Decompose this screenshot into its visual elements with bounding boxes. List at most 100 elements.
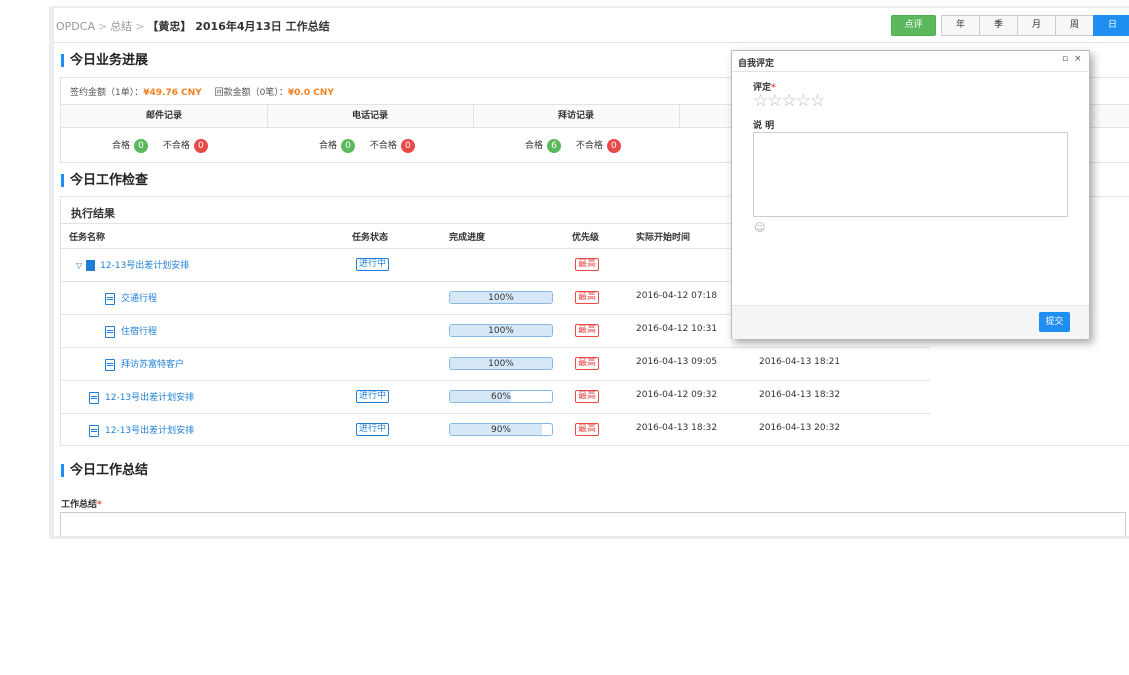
status-badge: 进行中 [356,423,390,436]
priority-badge: 最高 [575,357,600,370]
priority-cell: 最高 [575,258,600,271]
star-4-icon[interactable]: ☆ [796,91,811,111]
progress-bar: 60% [449,390,553,403]
status-badge: 进行中 [356,258,390,271]
task-name[interactable]: 12-13号出差计划安排 [105,393,194,403]
actual-start-cell: 2016-04-13 09:05 [636,357,718,367]
email-stats: 合格 0 不合格 0 [112,138,212,153]
actual-start-cell: 2016-04-12 10:31 [636,324,718,334]
period-quarter-button[interactable]: 季 [979,15,1018,36]
email-records-header: 邮件记录 [61,105,268,127]
progress-bar: 100% [449,291,553,304]
return-amount-value: ¥0.0 CNY [287,88,334,98]
period-year-button[interactable]: 年 [941,15,980,36]
visit-records-header: 拜访记录 [473,105,680,127]
fail-count-badge[interactable]: 0 [400,138,415,153]
star-3-icon[interactable]: ☆ [782,91,797,111]
progress-label: 100% [488,326,514,336]
period-day-button[interactable]: 日 [1093,15,1129,36]
priority-cell: 最高 [575,291,600,304]
top-bar: OPDCA > 总结 > 【黄忠】 2016年4月13日 工作总结 点评 年 季 月 周… [54,8,1129,43]
breadcrumb: OPDCA > 总结 > 【黄忠】 2016年4月13日 工作总结 [56,18,330,34]
maximize-icon[interactable]: ▫ [1062,54,1068,64]
breadcrumb-separator: > [135,20,145,33]
summary-textarea[interactable] [60,512,1126,536]
progress-bar: 90% [449,423,553,436]
breadcrumb-section[interactable]: 总结 [110,20,132,33]
table-row[interactable]: 拜访苏富特客户 100% 最高 2016-04-13 09:05 2016-04… [60,347,930,381]
task-name[interactable]: 交通行程 [121,294,157,304]
task-name-cell[interactable]: 拜访苏富特客户 [105,357,184,371]
document-icon [105,325,115,338]
emoji-icon[interactable]: ☺ [754,221,765,234]
dialog-footer: 提交 [732,305,1089,339]
priority-cell: 最高 [575,324,600,337]
dialog-title: 自我评定 [738,59,775,69]
signed-amount-label: 签约金额（1单）： [70,88,144,98]
collapse-triangle-icon[interactable]: ▽ [76,261,82,270]
task-status-cell: 进行中 [356,258,390,271]
phone-records-header: 电话记录 [267,105,474,127]
required-mark: * [97,500,102,510]
table-row[interactable]: 12-13号出差计划安排 进行中 90% 最高 2016-04-13 18:32… [60,413,930,446]
summary-label-text: 工作总结 [61,500,98,510]
task-name-cell[interactable]: 住宿行程 [105,324,157,338]
review-button[interactable]: 点评 [891,15,936,36]
fail-label: 不合格 [162,141,190,151]
status-badge: 进行中 [356,390,390,403]
task-name-cell[interactable]: 12-13号出差计划安排 [89,423,194,437]
amount-summary: 签约金额（1单）：¥49.76 CNY 回款金额（0笔）：¥0.0 CNY [70,85,334,98]
progress-label: 90% [490,425,511,435]
pass-count-badge[interactable]: 6 [547,138,562,153]
col-progress: 完成进度 [449,233,486,243]
priority-badge: 最高 [575,258,600,271]
task-name[interactable]: 拜访苏富特客户 [121,360,184,370]
col-priority: 优先级 [572,233,600,243]
fail-count-badge[interactable]: 0 [193,138,208,153]
period-month-button[interactable]: 月 [1017,15,1056,36]
progress-label: 100% [488,359,514,369]
task-name-cell[interactable]: ▽ 12-13号出差计划安排 [76,258,189,271]
document-icon [105,358,115,371]
period-week-button[interactable]: 周 [1055,15,1094,36]
pass-count-badge[interactable]: 0 [134,138,149,153]
table-row[interactable]: 12-13号出差计划安排 进行中 60% 最高 2016-04-12 09:32… [60,380,930,414]
star-rating: ☆☆☆☆☆ [753,91,825,111]
priority-cell: 最高 [575,390,600,403]
breadcrumb-separator: > [97,20,108,33]
actual-start-cell: 2016-04-12 09:32 [636,390,718,400]
breadcrumb-root[interactable]: OPDCA [56,20,95,33]
task-name-cell[interactable]: 交通行程 [105,291,157,305]
task-name-cell[interactable]: 12-13号出差计划安排 [89,390,194,404]
signed-amount-value: ¥49.76 CNY [143,88,202,98]
results-subtitle: 执行结果 [71,207,115,220]
actual-start-cell: 2016-04-13 18:32 [636,423,718,433]
dialog-header: 自我评定 ▫ × [732,51,1089,72]
fail-count-badge[interactable]: 0 [606,138,621,153]
task-name[interactable]: 住宿行程 [121,327,157,337]
star-2-icon[interactable]: ☆ [767,91,782,111]
description-textarea[interactable] [753,132,1068,217]
star-1-icon[interactable]: ☆ [753,91,768,111]
folder-doc-icon [86,260,96,271]
progress-label: 60% [490,392,511,402]
progress-bar: 100% [449,357,553,370]
col-actual-start: 实际开始时间 [636,233,691,243]
phone-stats: 合格 0 不合格 0 [319,138,419,153]
document-icon [89,391,99,404]
check-section-title: 今日工作检查 [61,174,148,187]
actual-end-cell: 2016-04-13 18:32 [759,390,841,400]
task-name[interactable]: 12-13号出差计划安排 [100,261,189,271]
close-icon[interactable]: × [1074,54,1082,64]
pass-count-badge[interactable]: 0 [341,138,356,153]
actual-start-cell: 2016-04-12 07:18 [636,291,718,301]
task-name[interactable]: 12-13号出差计划安排 [105,426,194,436]
pass-label: 合格 [319,141,338,151]
task-status-cell: 进行中 [356,390,390,403]
page-title: 【黄忠】 2016年4月13日 工作总结 [147,20,330,33]
fail-label: 不合格 [369,141,397,151]
submit-button[interactable]: 提交 [1039,312,1070,332]
priority-badge: 最高 [575,390,600,403]
star-5-icon[interactable]: ☆ [810,91,825,111]
priority-badge: 最高 [575,291,600,304]
